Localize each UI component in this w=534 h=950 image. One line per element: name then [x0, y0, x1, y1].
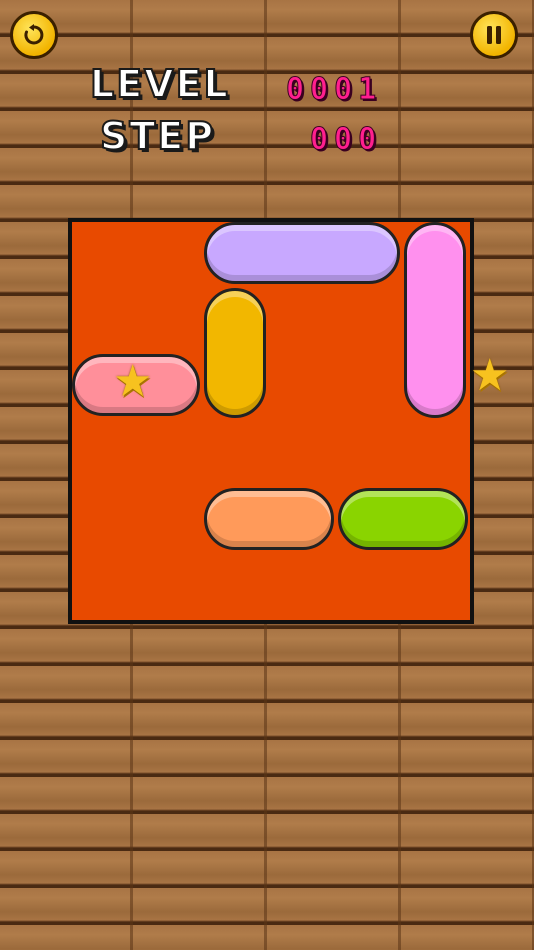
exit-star-icon: ★: [470, 350, 510, 401]
yellow-vertical-block[interactable]: [204, 288, 266, 418]
level-counter: 0001: [285, 72, 383, 108]
pause-icon: [487, 26, 501, 44]
puzzle-board: ★: [68, 218, 474, 624]
key-block-with-star[interactable]: ★: [72, 354, 200, 416]
step-label: STEP: [99, 113, 216, 159]
green-horizontal-block[interactable]: [338, 488, 468, 550]
step-counter: 000: [309, 122, 383, 158]
star-icon: ★: [113, 356, 153, 407]
pink-vertical-block[interactable]: [404, 222, 466, 418]
purple-horizontal-block[interactable]: [204, 222, 400, 284]
restart-button[interactable]: [10, 11, 58, 59]
level-label: LEVEL: [89, 61, 230, 107]
orange-horizontal-block[interactable]: [204, 488, 334, 550]
pause-button[interactable]: [470, 11, 518, 59]
restart-icon: [24, 24, 44, 45]
